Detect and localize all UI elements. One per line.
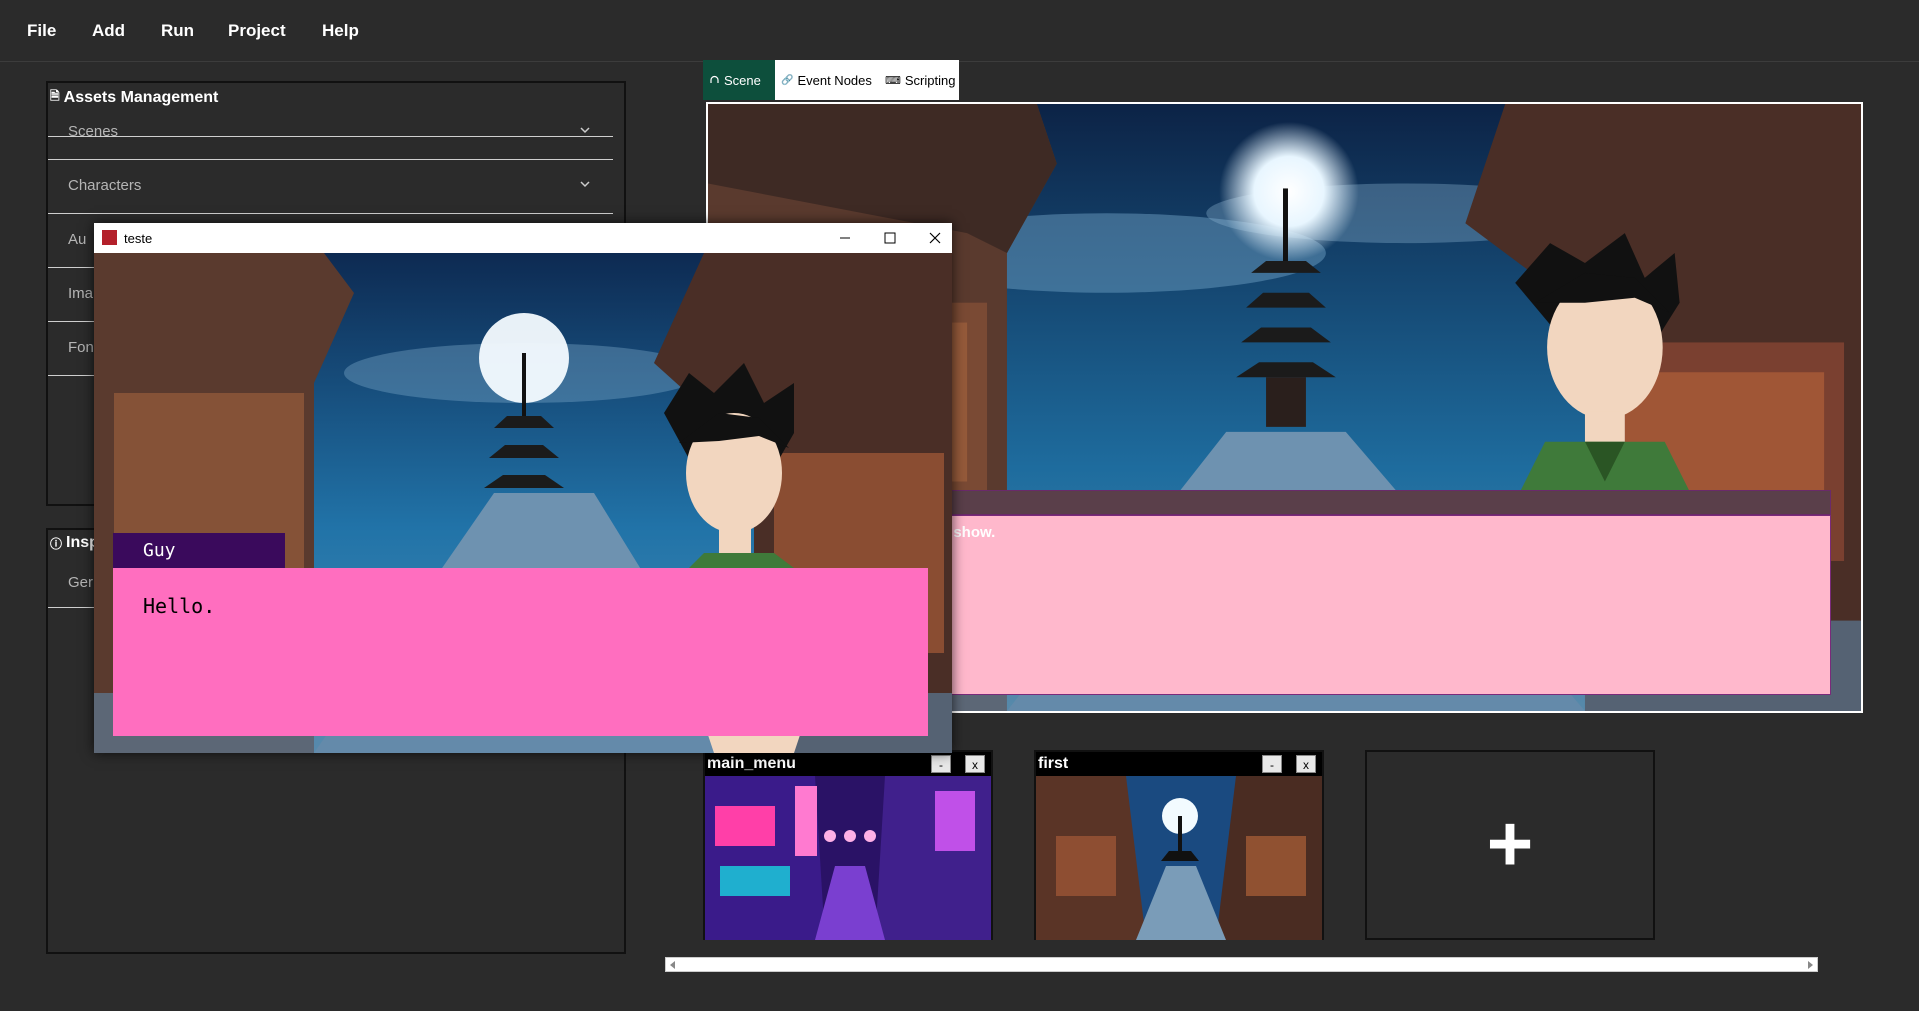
game-dialog-box[interactable]: Hello. [113,568,928,736]
speaker-name-box: Guy [113,533,285,568]
menu-file[interactable]: File [27,21,56,41]
inspector-general-label: Ger [68,574,94,591]
info-icon: ⓘ [50,536,63,551]
preview-dialog-text: l show. [945,524,996,541]
game-window[interactable]: teste Guy Hello. [94,223,952,753]
minimize-icon[interactable] [838,231,852,245]
scene-card-title: main_menu [707,755,796,772]
chevron-down-icon [580,127,590,134]
menu-project[interactable]: Project [228,21,286,41]
accordion-scenes-label: Scenes [68,123,119,140]
game-window-titlebar[interactable]: teste [94,223,952,253]
scene-card-close-button[interactable]: x [1296,755,1316,773]
preview-name-bar [944,490,1831,515]
menu-help[interactable]: Help [322,21,359,41]
close-icon[interactable] [928,231,942,245]
inspector-panel-title: ⓘ Insp [50,534,99,552]
tab-scene[interactable]: Scene [703,60,775,100]
preview-dialog-box: l show. [944,515,1831,695]
maximize-icon[interactable] [883,231,897,245]
scene-card-header: first - x [1036,752,1322,776]
scene-card-close-button[interactable]: x [965,755,985,773]
scene-thumbnail-image [705,776,991,940]
accordion-images-label: Ima [68,285,94,302]
tab-event-nodes[interactable]: 🔗 Event Nodes [775,60,879,100]
menu-run[interactable]: Run [161,21,194,41]
add-scene-button[interactable]: + [1365,750,1655,940]
scroll-right-icon[interactable] [1805,960,1815,970]
scene-card-minimize-button[interactable]: - [931,755,951,773]
link-icon: 🔗 [781,74,794,86]
accordion-scenes[interactable]: Scenes [48,106,613,160]
keyboard-icon: ⌨ [885,74,901,87]
accordion-fonts-label: Fon [68,339,94,356]
tab-bar: Scene 🔗 Event Nodes ⌨ Scripting [703,60,959,100]
plus-icon: + [1486,799,1534,888]
scene-list-scrollbar[interactable] [665,957,1818,972]
speaker-name: Guy [143,540,176,561]
menu-add[interactable]: Add [92,21,125,41]
game-viewport[interactable]: Guy Hello. [94,253,952,753]
scene-card-title: first [1038,755,1069,772]
scene-card-header: main_menu - x [705,752,991,776]
scene-card-minimize-button[interactable]: - [1262,755,1282,773]
scene-card-first[interactable]: first - x [1034,750,1324,940]
tab-scripting[interactable]: ⌨ Scripting [879,60,959,100]
tab-event-nodes-label: Event Nodes [797,72,872,88]
scene-card-main-menu[interactable]: main_menu - x [703,750,993,940]
game-dialog-text: Hello. [143,594,216,618]
accordion-characters[interactable]: Characters [48,160,613,214]
chevron-down-icon [580,181,590,188]
tab-scene-label: Scene [724,72,761,88]
tab-scripting-label: Scripting [904,72,956,88]
headphones-icon [710,75,719,83]
accordion-audio-label: Au [68,231,87,248]
scroll-left-icon[interactable] [668,960,678,970]
menu-bar: File Add Run Project Help [0,0,1919,62]
app-icon [102,230,117,245]
game-window-title: teste [124,231,153,246]
scene-thumbnail-image [1036,776,1322,940]
accordion-characters-label: Characters [68,177,142,194]
